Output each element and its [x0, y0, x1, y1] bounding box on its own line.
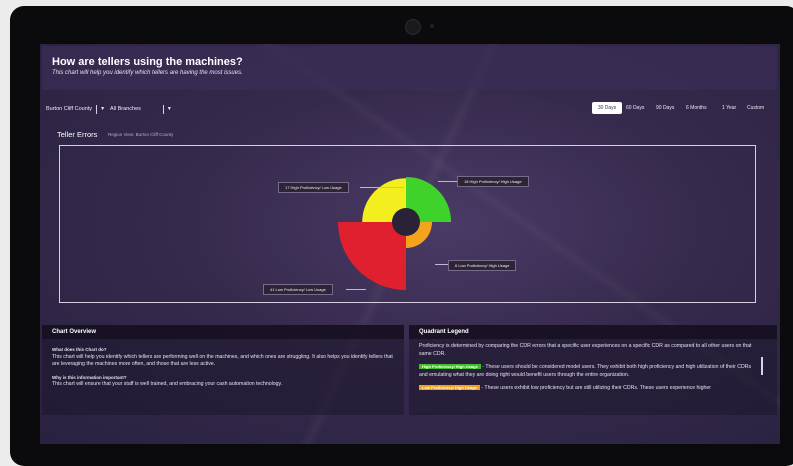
overview-question: Why is this information important? — [52, 374, 127, 380]
legend-item: Low Proficiency/ High Usage - These user… — [419, 384, 755, 393]
teller-errors-chart: 17 High Proficiency/ Low Usage 18 High P… — [59, 145, 756, 303]
range-custom-button[interactable]: Custom — [743, 102, 768, 114]
range-1-year-button[interactable]: 1 Year — [718, 102, 740, 114]
legend-item: High Proficiency/ High Usage - These use… — [419, 363, 755, 379]
page-title: How are tellers using the machines? — [52, 56, 243, 68]
quadrant-legend-panel: Quadrant Legend Proficiency is determine… — [409, 325, 777, 415]
leader-line — [346, 289, 366, 290]
quadrant-label: 6 Low Proficiency/ High Usage — [448, 260, 517, 271]
leader-line — [360, 187, 404, 188]
panel-subtitle: Region View: Burton Cliff County — [108, 132, 174, 137]
quadrant-label: 18 High Proficiency/ High Usage — [457, 176, 529, 187]
branch-select[interactable]: All Branches ▼ — [110, 103, 172, 115]
chart-overview-title: Chart Overview — [42, 325, 404, 339]
filter-bar: Burton Cliff County ▼ All Branches ▼ 30 … — [40, 100, 780, 118]
divider — [96, 104, 98, 114]
chart-center-hole — [392, 208, 420, 236]
chevron-down-icon: ▼ — [100, 106, 106, 112]
divider — [162, 104, 164, 114]
quadrant-slice[interactable] — [338, 222, 406, 290]
camera-icon — [405, 19, 421, 35]
county-select[interactable]: Burton Cliff County ▼ — [46, 103, 105, 115]
overview-answer: This chart will ensure that your staff i… — [52, 381, 283, 387]
branch-select-value: All Branches — [110, 106, 141, 112]
chart-overview-panel: Chart Overview What does this Chart do? … — [42, 325, 404, 415]
sensor-icon — [430, 24, 434, 28]
page-subtitle: This chart will help you identify which … — [52, 70, 243, 76]
county-select-value: Burton Cliff County — [46, 106, 93, 112]
range-6-months-button[interactable]: 6 Months — [682, 102, 711, 114]
legend-intro: Proficiency is determined by comparing t… — [419, 343, 752, 357]
page-header: How are tellers using the machines? This… — [42, 46, 777, 90]
overview-question: What does this Chart do? — [52, 347, 107, 352]
leader-line — [438, 181, 458, 182]
quadrant-label: 17 High Proficiency/ Low Usage — [278, 182, 349, 193]
quadrant-legend-title: Quadrant Legend — [409, 325, 777, 339]
device-frame: How are tellers using the machines? This… — [10, 6, 793, 466]
quadrant-label: 41 Low Proficiency/ Low Usage — [263, 284, 333, 295]
high-high-tag: High Proficiency/ High Usage — [419, 364, 481, 369]
overview-answer: This chart will help you identify which … — [52, 353, 393, 368]
scrollbar[interactable] — [761, 357, 763, 375]
chevron-down-icon: ▼ — [166, 106, 172, 112]
dashboard-screen: How are tellers using the machines? This… — [40, 44, 780, 444]
range-90-days-button[interactable]: 90 Days — [652, 102, 678, 114]
quadrant-chart-svg — [338, 176, 452, 290]
range-60-days-button[interactable]: 60 Days — [622, 102, 648, 114]
range-30-days-button[interactable]: 30 Days — [592, 102, 622, 114]
panel-title: Teller Errors — [57, 130, 98, 139]
low-high-tag: Low Proficiency/ High Usage — [419, 385, 480, 390]
legend-item-text: - These users exhibit low proficiency bu… — [479, 385, 711, 391]
